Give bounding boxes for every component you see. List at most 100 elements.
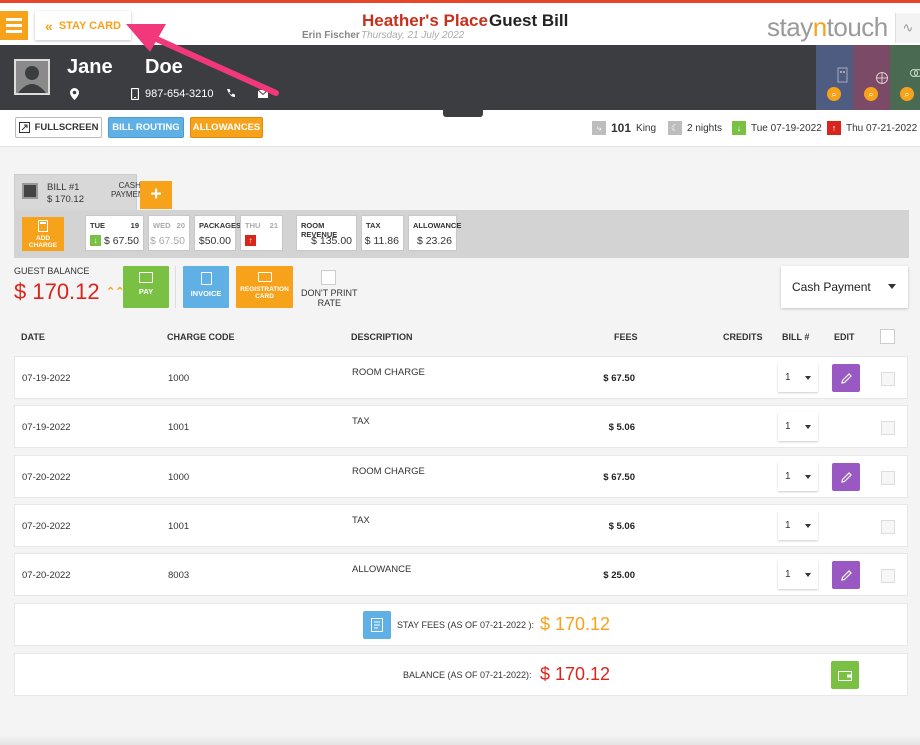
invoice-button[interactable]: INVOICE — [183, 266, 229, 308]
row-checkbox[interactable] — [881, 520, 895, 534]
bill-number-select[interactable]: 1 — [778, 560, 818, 589]
dont-print-rate-checkbox[interactable] — [321, 270, 336, 285]
stay-fees-amount: $ 170.12 — [540, 614, 611, 634]
staff-name: Erin Fischer — [302, 30, 360, 41]
side-tab-globe[interactable]: ⌕ — [853, 45, 890, 110]
bill-number-select[interactable]: 1 — [778, 363, 818, 392]
location-pin-icon[interactable] — [70, 88, 79, 100]
search-icon: ⌕ — [827, 87, 841, 101]
dont-print-line1: DON'T PRINT — [301, 288, 358, 298]
row-checkbox[interactable] — [881, 569, 895, 583]
business-date: Thursday, 21 July 2022 — [361, 30, 465, 41]
drawer-handle[interactable] — [443, 110, 483, 117]
pencil-icon — [840, 569, 852, 581]
balance-label: BALANCE (AS OF 07-21-2022): — [403, 670, 532, 680]
bill-number-value: 1 — [785, 569, 791, 580]
phone-icon[interactable] — [226, 88, 236, 98]
guest-first-name[interactable]: Jane — [67, 56, 113, 79]
registration-card-button[interactable]: REGISTRATION CARD — [236, 266, 293, 308]
row-checkbox[interactable] — [881, 421, 895, 435]
add-charge-button[interactable]: ADD CHARGE — [22, 217, 64, 251]
add-charge-line1: ADD — [35, 235, 51, 242]
allowances-button[interactable]: ALLOWANCES — [190, 117, 263, 138]
bill-number-select[interactable]: 1 — [778, 412, 818, 441]
pay-label: PAY — [138, 287, 154, 296]
bottom-shadow — [0, 735, 920, 745]
arrival-date: Tue 07-19-2022 — [751, 122, 822, 134]
day-tile-wed[interactable]: WED 20 $ 67.50 — [148, 215, 190, 251]
day-tile-tue[interactable]: TUE 19 ↓ $ 67.50 — [85, 215, 144, 251]
bill-number-value: 1 — [785, 372, 791, 383]
tax-amount: $ 11.86 — [364, 235, 399, 247]
row-checkbox[interactable] — [881, 471, 895, 485]
bill-routing-button[interactable]: BILL ROUTING — [108, 117, 184, 138]
row-fees: $ 67.50 — [603, 373, 635, 384]
payment-method-select[interactable]: Cash Payment — [781, 266, 908, 308]
table-row[interactable]: 07-20-2022 1001 TAX $ 5.06 1 — [14, 504, 908, 547]
mobile-phone-icon — [131, 88, 139, 100]
arrival-info: ↓ Tue 07-19-2022 — [732, 121, 822, 135]
nights-count: 2 nights — [687, 122, 723, 134]
charge-summary-strip: ADD CHARGE TUE 19 ↓ $ 67.50 WED 20 $ 67.5… — [14, 210, 909, 258]
row-checkbox[interactable] — [881, 372, 895, 386]
guest-header: Jane Doe 987-654-3210 ⌕ ⌕ ⌕ — [0, 45, 920, 110]
stay-card-button[interactable]: « STAY CARD — [35, 11, 131, 40]
chevron-down-icon — [805, 573, 811, 577]
allowance-label: ALLOWANCE — [413, 221, 462, 230]
day-date: 20 — [176, 221, 185, 230]
chevron-down-icon — [805, 475, 811, 479]
departure-info: ↑ Thu 07-21-2022 — [827, 121, 917, 135]
row-fees: $ 5.06 — [608, 521, 635, 532]
bill-number-select[interactable]: 1 — [778, 462, 818, 491]
guest-phone[interactable]: 987-654-3210 — [145, 88, 214, 100]
guest-last-name[interactable]: Doe — [145, 56, 183, 79]
avatar[interactable] — [14, 59, 50, 95]
add-bill-button[interactable]: + — [140, 181, 172, 209]
menu-button[interactable] — [0, 11, 28, 40]
menu-icon — [6, 18, 22, 21]
table-row[interactable]: 07-20-2022 8003 ALLOWANCE $ 25.00 1 — [14, 553, 908, 596]
email-icon[interactable] — [258, 90, 268, 98]
bill-number-select[interactable]: 1 — [778, 511, 818, 540]
logo-text-left: stay — [767, 12, 813, 42]
hotel-name: Heather's Place — [362, 11, 488, 30]
table-row[interactable]: 07-19-2022 1000 ROOM CHARGE $ 67.50 1 — [14, 356, 908, 399]
calculator-icon — [38, 220, 48, 232]
day-tile-thu[interactable]: THU 21 ↑ — [240, 215, 283, 251]
double-chevron-up-icon[interactable]: ⌃⌃ — [106, 285, 124, 298]
activity-button[interactable]: ∿ — [895, 13, 920, 43]
edit-button[interactable] — [832, 364, 860, 392]
user-silhouette-icon — [18, 66, 46, 93]
side-tab-rings[interactable]: ⌕ — [890, 45, 920, 110]
table-row[interactable]: 07-20-2022 1000 ROOM CHARGE $ 67.50 1 — [14, 455, 908, 498]
pay-balance-button[interactable] — [831, 661, 859, 689]
pay-button[interactable]: PAY — [123, 266, 169, 308]
room-type: King — [636, 122, 657, 134]
bill-user-icon — [22, 183, 38, 199]
document-icon — [200, 272, 212, 285]
row-date: 07-20-2022 — [22, 521, 71, 532]
day-amount: $ 67.50 — [149, 235, 185, 247]
row-date: 07-19-2022 — [22, 373, 71, 384]
registration-line1: REGISTRATION — [240, 286, 289, 293]
row-charge-code: 1000 — [168, 373, 190, 384]
registration-line2: CARD — [255, 293, 274, 300]
room-revenue-amount: $ 135.00 — [311, 235, 352, 247]
bill-tab-payment-line1: CASH — [118, 181, 141, 190]
col-header-description: DESCRIPTION — [351, 332, 413, 342]
row-description: ROOM CHARGE — [352, 466, 425, 477]
fullscreen-button[interactable]: FULLSCREEN — [15, 117, 102, 138]
select-all-checkbox[interactable] — [880, 329, 895, 344]
edit-button[interactable] — [832, 561, 860, 589]
bill-tab-1[interactable]: BILL #1 $ 170.12 CASH PAYMENT — [14, 174, 148, 210]
row-date: 07-19-2022 — [22, 422, 71, 433]
side-tab-building[interactable]: ⌕ — [816, 45, 853, 110]
packages-tile[interactable]: PACKAGES $50.00 — [194, 215, 241, 251]
edit-button[interactable] — [832, 463, 860, 491]
chevron-down-icon — [805, 376, 811, 380]
guest-balance-label: GUEST BALANCE — [14, 266, 90, 276]
table-row[interactable]: 07-19-2022 1001 TAX $ 5.06 1 — [14, 405, 908, 448]
add-charge-line2: CHARGE — [28, 242, 58, 249]
fullscreen-label: FULLSCREEN — [34, 122, 99, 133]
receipt-icon[interactable] — [363, 611, 391, 639]
